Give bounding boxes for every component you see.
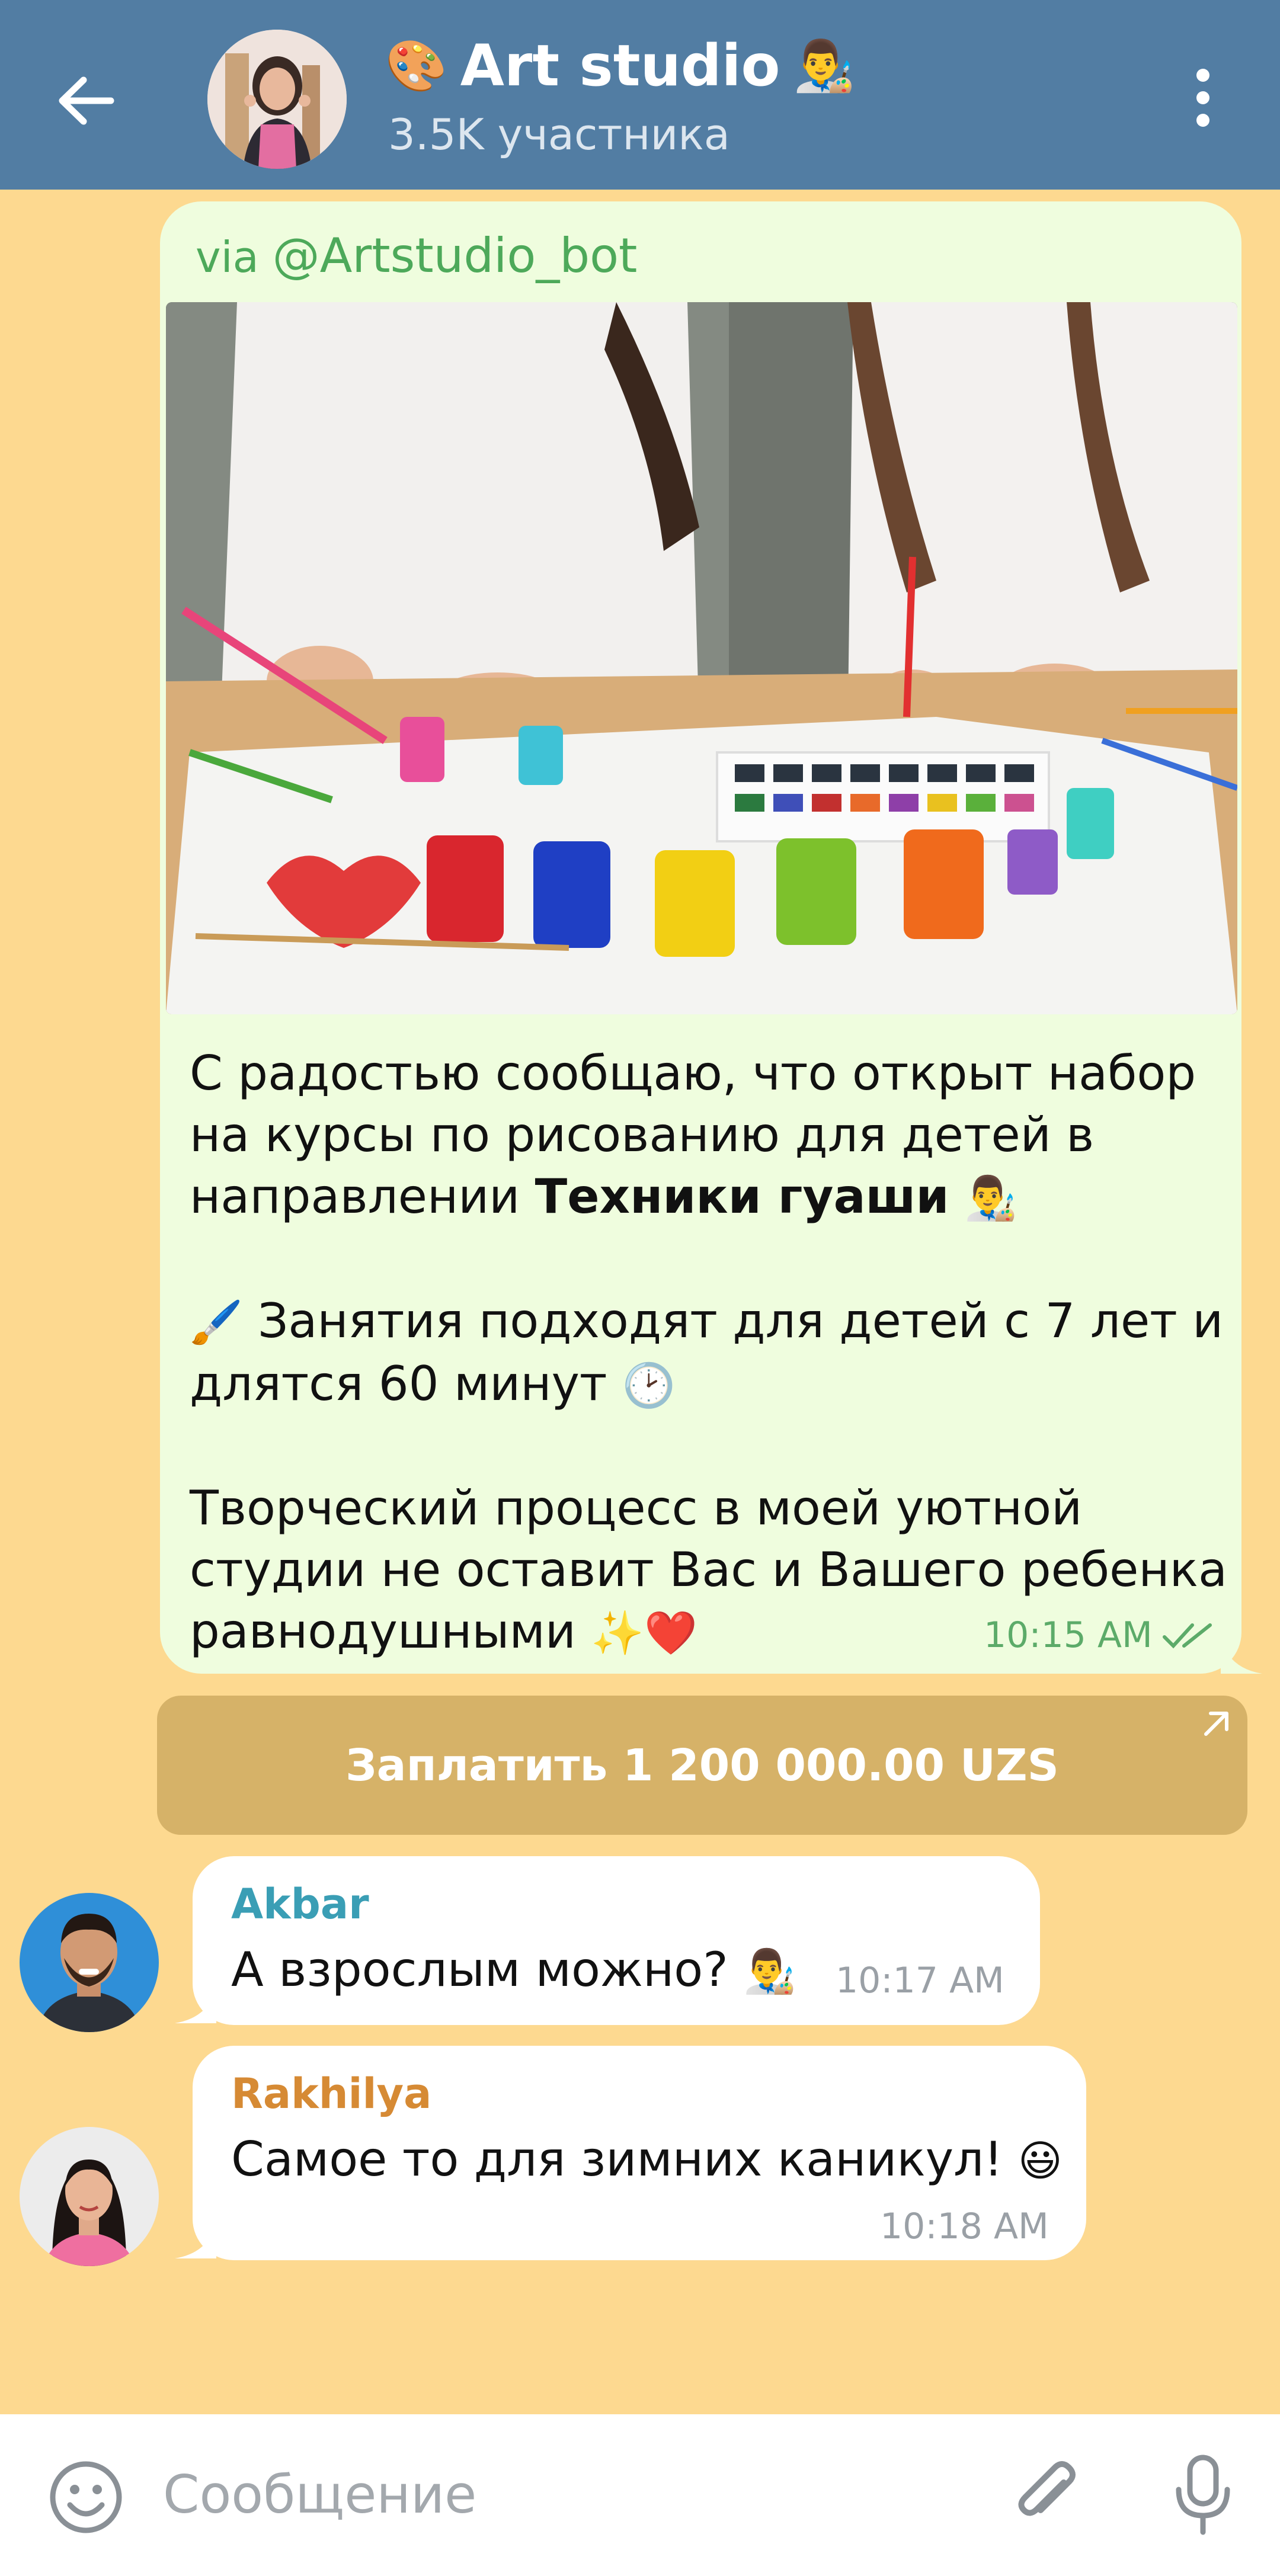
sender-name[interactable]: Rakhilya [231,2069,431,2118]
message-text: А взрослым можно? 👨‍🎨 [231,1942,796,1997]
chat-title-text: Art studio [460,33,780,99]
message-bubble[interactable]: Rakhilya Самое то для зимних каникул! 😃 … [193,2046,1086,2260]
post-text-line: длятся 60 минут 🕑 [190,1353,1221,1416]
bubble-tail [175,1985,216,2023]
artist-emoji: 👨‍🎨 [743,1946,796,1996]
post-text-line: С радостью сообщаю, что открыт набор [190,1046,1196,1101]
post-photo[interactable] [166,302,1237,1014]
via-bot-label: via @Artstudio_bot [196,228,637,283]
post-text-line: направлении Техники гуаши 👨‍🎨 [190,1166,1221,1229]
emoji-button[interactable] [47,2459,124,2538]
post-text: С радостью сообщаю, что открыт набор на … [190,1043,1228,1664]
message-text-content: Самое то для зимних каникул! [231,2132,1003,2187]
message-input[interactable] [163,2450,933,2539]
message-bubble[interactable]: Akbar А взрослым можно? 👨‍🎨 10:17 AM [193,1856,1040,2025]
more-menu-button[interactable] [1167,59,1239,136]
post-text-plain: равнодушными [190,1604,576,1659]
back-button[interactable] [41,56,130,145]
post-text-bold: Техники гуаши [535,1169,949,1224]
post-text-line: на курсы по рисованию для детей в [190,1107,1095,1162]
message-time: 10:18 AM [880,2206,1049,2247]
member-count: 3.5K участника [388,110,730,159]
pay-button-label: Заплатить 1 200 000.00 UZS [345,1739,1059,1791]
paintbrush-emoji: 🖌️ [190,1297,243,1347]
arrow-left-icon [59,76,114,125]
palette-emoji: 🎨 [385,36,447,95]
sparkles-heart-emoji: ✨❤️ [591,1608,697,1658]
chat-screen: 🎨 Art studio 👨‍🎨 3.5K участника via @Art… [0,0,1280,2576]
attach-button[interactable] [1007,2456,1084,2535]
pay-button[interactable]: Заплатить 1 200 000.00 UZS [157,1696,1247,1835]
more-vertical-icon [1196,69,1209,127]
message-text-content: А взрослым можно? [231,1942,728,1997]
channel-avatar[interactable] [207,30,347,169]
smile-icon [50,2461,122,2533]
sender-name[interactable]: Akbar [231,1880,369,1928]
post-text-plain: Занятия подходят для детей с 7 лет и [258,1293,1224,1348]
chat-header: 🎨 Art studio 👨‍🎨 3.5K участника [0,0,1280,190]
artist-emoji: 👨‍🎨 [793,36,856,95]
message-time: 10:17 AM [836,1960,1004,2001]
chat-title[interactable]: 🎨 Art studio 👨‍🎨 [385,33,855,99]
smiley-emoji: 😃 [1017,2136,1063,2186]
microphone-icon [1176,2455,1230,2535]
post-time: 10:15 AM [984,1614,1153,1656]
artist-emoji: 👨‍🎨 [964,1173,1017,1223]
bubble-tail [1221,1635,1262,1674]
channel-post-bubble[interactable]: via @Artstudio_bot С радостью сообщаю, ч… [160,201,1241,1674]
post-text-line: Творческий процесс в моей уютной [190,1481,1083,1536]
post-text-plain: длятся 60 минут [190,1356,607,1411]
post-text-line: 🖌️ Занятия подходят для детей с 7 лет и [190,1290,1224,1353]
voice-record-button[interactable] [1170,2453,1236,2538]
external-arrow-icon [1204,1712,1228,1736]
avatar-rakhilya[interactable] [20,2127,159,2266]
clock-emoji: 🕑 [622,1360,676,1410]
paperclip-icon [1018,2461,1076,2516]
via-bot-link[interactable]: @Artstudio_bot [273,228,638,283]
post-text-plain: направлении [190,1169,535,1224]
avatar-akbar[interactable] [20,1893,159,2032]
bubble-tail [175,2220,216,2258]
via-prefix: via [196,232,259,282]
message-text: Самое то для зимних каникул! 😃 [231,2132,1063,2187]
post-text-line: студии не оставит Вас и Вашего ребенка [190,1542,1228,1597]
double-check-icon [1163,1623,1212,1649]
message-composer [0,2414,1280,2576]
